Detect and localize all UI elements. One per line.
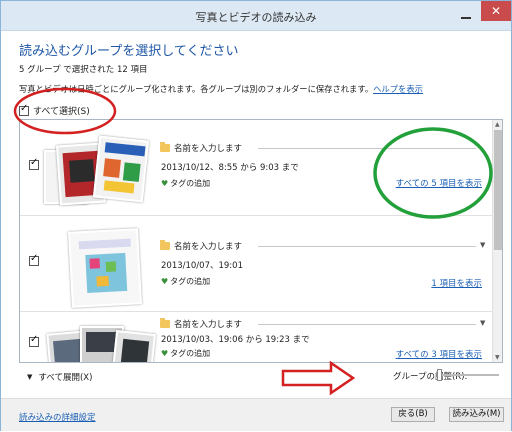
group-name-field[interactable]: 名前を入力します [174,240,242,252]
title-bar: 写真とビデオの読み込み ✕ [1,1,511,31]
slider-track [437,374,499,376]
close-button[interactable]: ✕ [481,1,511,21]
grouping-info-text: 写真とビデオは日時ごとにグループ化されます。各グループは別のフォルダーに保存され… [19,84,374,94]
select-all-label: すべて選択(S) [33,107,90,117]
import-photos-window: 写真とビデオの読み込み ✕ 読み込むグループを選択してください 5 グループ で… [0,0,512,431]
scroll-up-icon[interactable]: ▲ [495,121,500,128]
group-name-underline [258,324,476,325]
group-thumbnails[interactable] [44,224,154,308]
photo-thumbnail [68,228,142,308]
scroll-down-icon[interactable]: ▼ [495,354,500,361]
red-arrow-annotation [281,360,356,396]
help-link[interactable]: ヘルプを表示 [373,84,423,94]
tag-icon: ♥ [161,277,169,286]
group-name-field[interactable]: 名前を入力します [174,142,242,154]
add-tag-button[interactable]: ♥ タグの追加 [161,178,210,189]
scrollbar-thumb[interactable] [494,130,502,250]
add-tag-label: タグの追加 [170,277,211,286]
footer-bar: 読み込みの詳細設定 戻る(B) 読み込み(M) [1,398,511,431]
show-items-link[interactable]: すべての 5 項目を表示 [396,177,482,189]
minimize-button[interactable] [455,7,477,23]
chevron-down-icon[interactable]: ▼ [480,241,485,249]
chevron-down-icon[interactable]: ▼ [480,319,485,327]
group-name-field[interactable]: 名前を入力します [174,318,242,330]
group-date: 2013/10/12、8:55 から 9:03 まで [161,163,299,173]
chevron-down-icon: ▼ [27,373,33,381]
expand-all-button[interactable]: ▼ すべて展開(X) [27,371,92,383]
photo-thumbnail [112,330,156,362]
group-checkbox[interactable] [29,334,39,347]
group-checkbox[interactable] [29,253,39,266]
tag-icon: ♥ [161,179,169,188]
group-thumbnails[interactable] [44,320,156,362]
group-date: 2013/10/03、19:06 から 19:23 まで [161,335,310,345]
group-name-underline [258,246,476,247]
add-tag-button[interactable]: ♥ タグの追加 [161,276,210,287]
select-all-check-icon[interactable] [19,103,29,116]
group-date: 2013/10/07、19:01 [161,261,243,271]
vertical-scrollbar[interactable]: ▲ ▼ [492,120,502,362]
add-tag-label: タグの追加 [170,179,211,188]
grouping-info: 写真とビデオは日時ごとにグループ化されます。各グループは別のフォルダーに保存され… [19,83,423,95]
group-checkbox[interactable] [29,157,39,170]
back-button[interactable]: 戻る(B) [391,407,435,422]
selection-summary: 5 グループ で選択された 12 項目 [19,65,148,75]
add-tag-label: タグの追加 [170,349,211,358]
import-settings-link[interactable]: 読み込みの詳細設定 [19,411,96,423]
group-row: 名前を入力します ▼ 2013/10/03、19:06 から 19:23 まで … [20,312,492,362]
page-heading: 読み込むグループを選択してください [19,44,239,59]
add-tag-button[interactable]: ♥ タグの追加 [161,348,210,359]
photo-thumbnail [92,135,150,203]
show-items-link[interactable]: すべての 3 項目を表示 [396,348,482,360]
group-list: 名前を入力します 2013/10/12、8:55 から 9:03 まで ♥ タグ… [19,119,503,363]
group-row: 名前を入力します 2013/10/12、8:55 から 9:03 まで ♥ タグ… [20,120,492,216]
import-button[interactable]: 読み込み(M) [449,407,504,422]
folder-icon [160,240,170,250]
group-row: 名前を入力します ▼ 2013/10/07、19:01 ♥ タグの追加 1 項目… [20,216,492,312]
group-thumbnails[interactable] [44,128,154,212]
folder-icon [160,318,170,328]
tag-icon: ♥ [161,349,169,358]
group-name-underline [258,148,476,149]
select-all-checkbox[interactable]: すべて選択(S) [19,103,90,117]
window-title: 写真とビデオの読み込み [195,11,317,24]
slider-knob[interactable] [437,369,442,381]
folder-icon [160,142,170,152]
show-items-link[interactable]: 1 項目を表示 [431,277,482,289]
expand-all-label: すべて展開(X) [38,373,93,383]
group-adjust-slider[interactable] [437,369,499,381]
